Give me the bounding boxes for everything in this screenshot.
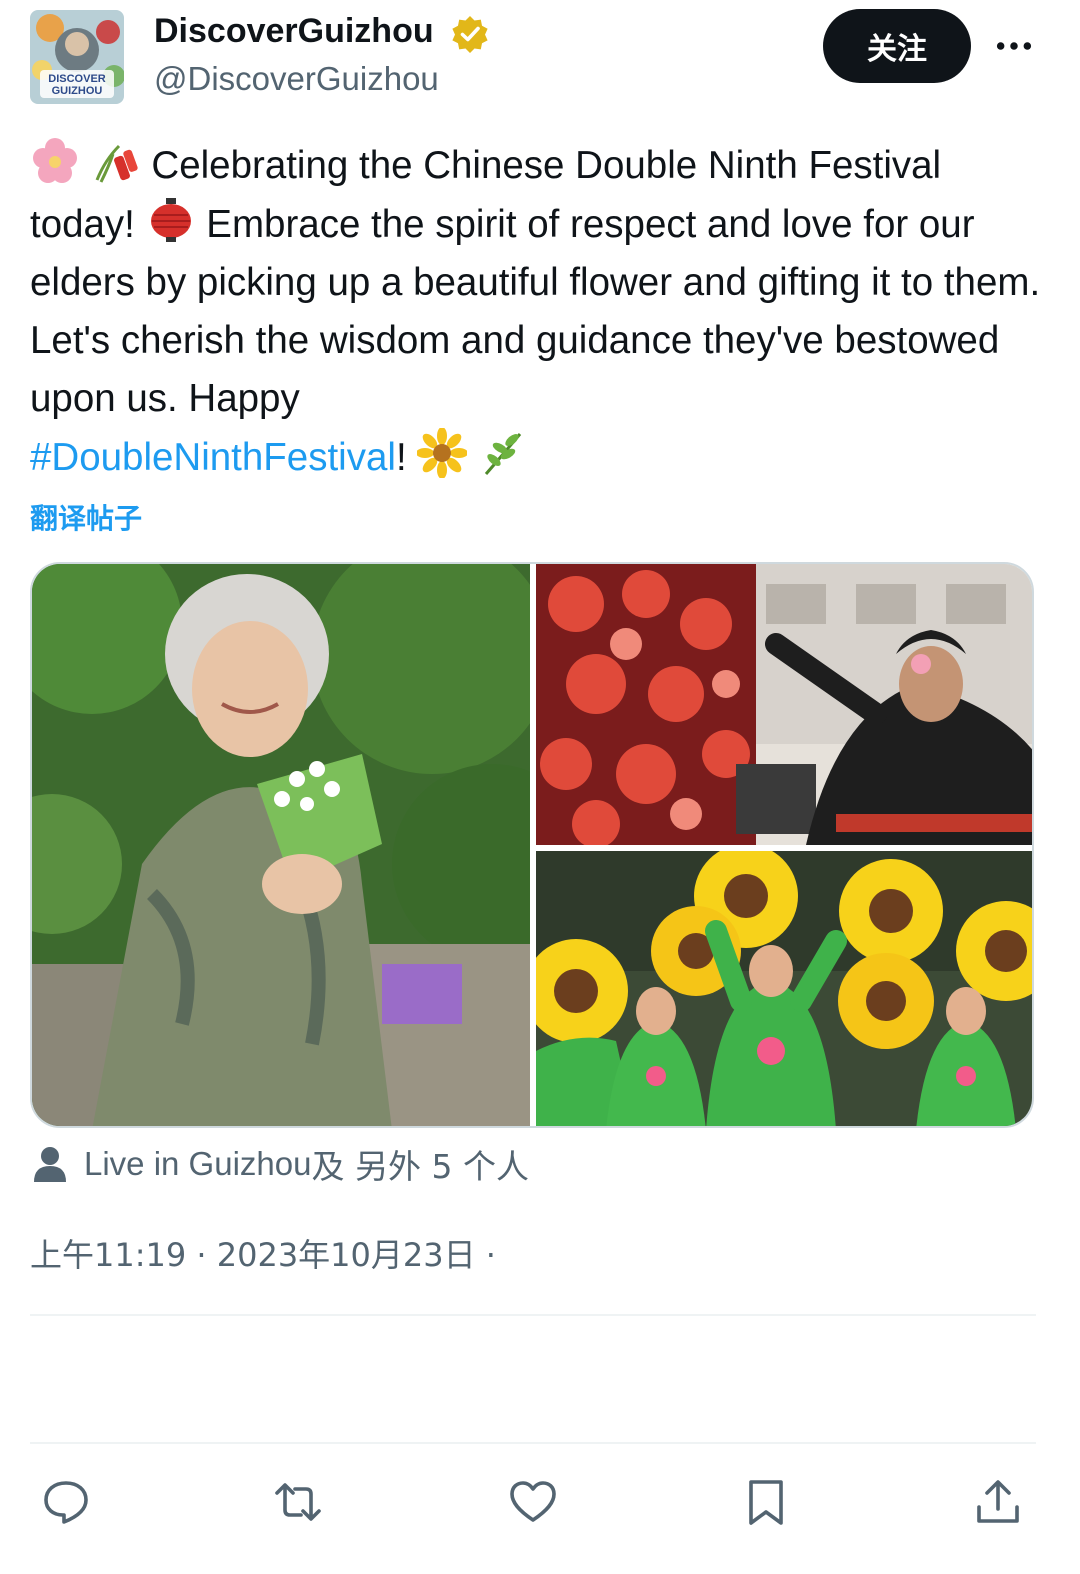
red-lantern-emoji [146,195,196,245]
dancers-with-sunflower-props-photo[interactable] [536,851,1032,1126]
herb-emoji [478,428,528,478]
tagged-first-user: Live in Guizhou [84,1145,312,1182]
tweet-exclamation: ! [395,436,407,479]
like-icon[interactable] [503,1472,563,1532]
avatar-text-line2: GUIZHOU [52,85,103,97]
cherry-blossom-emoji [30,136,80,186]
retweet-icon[interactable] [268,1472,328,1532]
translate-post-link[interactable]: 翻译帖子 [30,497,142,537]
divider [30,1442,1036,1444]
woman-with-red-paper-flowers-photo[interactable] [536,564,1032,845]
divider [30,1314,1036,1316]
author-avatar[interactable]: DISCOVER GUIZHOU [30,10,124,104]
firecracker-emoji [91,136,141,186]
reply-icon[interactable] [36,1472,96,1532]
verified-badge-icon[interactable] [450,14,490,54]
bookmark-icon[interactable] [736,1472,796,1532]
avatar-image: DISCOVER GUIZHOU [30,10,124,104]
tagged-others-count: 及 另外 5 个人 [311,1147,529,1186]
avatar-text-line1: DISCOVER [48,73,106,85]
media-grid [30,562,1034,1128]
author-handle[interactable]: @DiscoverGuizhou [154,60,439,98]
post-timestamp[interactable]: 上午11:19 · 2023年10月23日 · [30,1230,496,1276]
sunflower-emoji [417,428,468,478]
tweet-text: Celebrating the Chinese Double Ninth Fes… [30,136,1050,487]
person-icon [34,1147,66,1182]
hashtag-link[interactable]: #DoubleNinthFestival [30,436,396,479]
follow-button[interactable]: 关注 [823,9,971,83]
elderly-woman-with-flowers-photo[interactable] [32,564,530,1126]
author-name[interactable]: DiscoverGuizhou [154,12,434,51]
share-icon[interactable] [968,1472,1028,1532]
more-horizontal-icon[interactable] [990,26,1038,66]
tagged-users[interactable]: Live in Guizhou 及 另外 5 个人 [30,1140,529,1188]
